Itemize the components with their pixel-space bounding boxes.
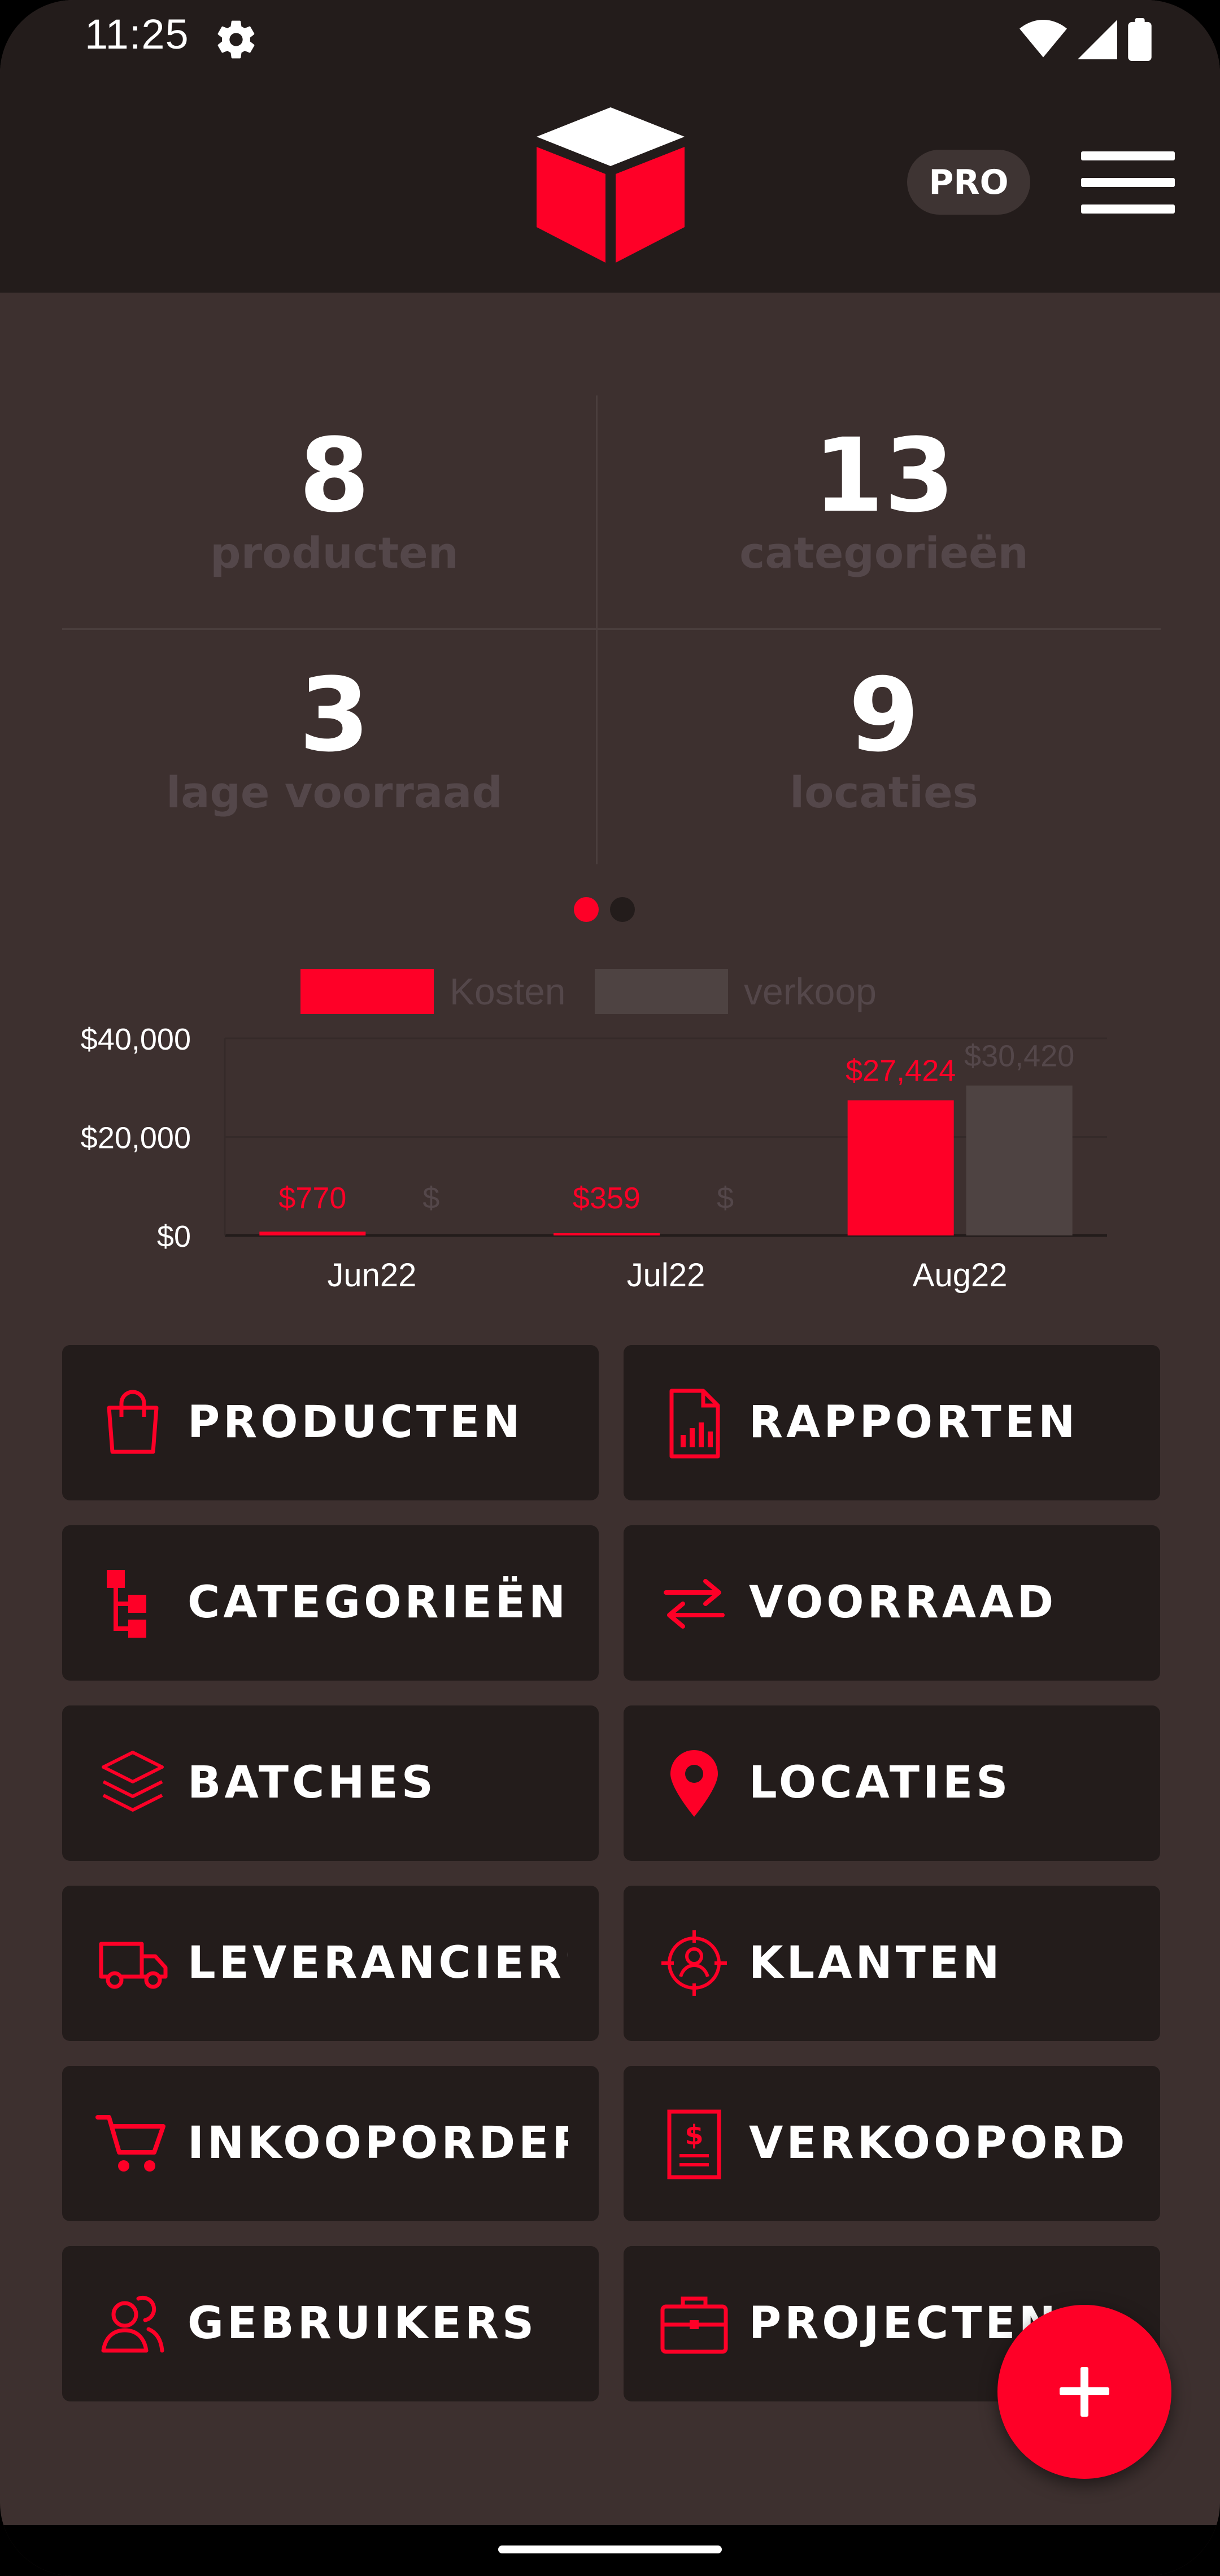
y-tick-label: $0: [157, 1220, 191, 1254]
menu-button-label: BATCHES: [188, 1757, 437, 1808]
wifi-icon: [1019, 20, 1067, 58]
battery-icon: [1128, 18, 1152, 61]
data-label: $: [422, 1181, 439, 1215]
bar-kosten-jun22: [259, 1232, 366, 1235]
status-icons: [1019, 17, 1152, 62]
y-tick-label: $20,000: [81, 1121, 191, 1155]
stat-value: 3: [299, 656, 370, 774]
location-pin-icon: [670, 1750, 718, 1817]
menu-button-label: VERKOOPORDERS: [749, 2118, 1130, 2169]
pager-dots[interactable]: [574, 897, 635, 922]
menu-button-producten[interactable]: PRODUCTEN: [62, 1345, 599, 1500]
menu-button-label: VOORRAAD: [749, 1577, 1057, 1628]
x-tick-label: Aug22: [913, 1257, 1008, 1294]
menu-button-batches[interactable]: BATCHES: [62, 1705, 599, 1861]
cellular-signal-icon: [1078, 20, 1117, 59]
home-gesture-handle[interactable]: [498, 2545, 722, 2553]
menu-button-label: GEBRUIKERS: [188, 2298, 538, 2349]
data-label: $30,420: [964, 1039, 1074, 1073]
menu-button-rapporten[interactable]: RAPPORTEN: [624, 1345, 1160, 1500]
add-fab-button[interactable]: [997, 2305, 1171, 2479]
stat-label: categorieën: [739, 528, 1029, 578]
data-label: $359: [573, 1181, 640, 1215]
app-bar: PRO: [0, 73, 1220, 293]
bar-kosten-jul22: [554, 1233, 660, 1235]
settings-gear-icon: [217, 20, 255, 59]
menu-button-verkooporders[interactable]: $ VERKOOPORDERS: [624, 2066, 1160, 2221]
stat-lage-voorraad[interactable]: 3 lage voorraad: [80, 662, 589, 818]
app-screen: 11:25 PRO 8 producten 13 categorieën 3 l…: [0, 0, 1220, 2576]
invoice-dollar-icon: $: [667, 2109, 721, 2179]
stats-divider-horizontal: [62, 628, 1161, 630]
menu-button-voorraad[interactable]: VOORRAAD: [624, 1525, 1160, 1681]
status-time: 11:25: [85, 11, 189, 58]
x-tick-label: Jul22: [627, 1257, 705, 1294]
stat-locaties[interactable]: 9 locaties: [630, 662, 1138, 818]
menu-button-leveranciers[interactable]: LEVERANCIERS: [62, 1886, 599, 2041]
transfer-arrows-icon: [664, 1579, 725, 1629]
legend-label-verkoop: verkoop: [744, 971, 877, 1012]
stat-categorieen[interactable]: 13 categorieën: [630, 423, 1138, 578]
data-label: $27,424: [846, 1054, 956, 1088]
data-label: $770: [278, 1181, 346, 1215]
menu-button-label: INKOOPORDERS: [188, 2118, 568, 2169]
menu-button-label: PRODUCTEN: [188, 1397, 524, 1448]
bar-kosten-aug22: [847, 1100, 954, 1235]
menu-button-klanten[interactable]: KLANTEN: [624, 1886, 1160, 2041]
stat-label: locaties: [790, 767, 978, 817]
hamburger-menu-icon[interactable]: [1081, 151, 1175, 214]
y-tick-label: $40,000: [81, 1022, 191, 1056]
briefcase-icon: [660, 2296, 728, 2354]
app-logo-cube-icon: [537, 107, 685, 263]
truck-icon: [99, 1942, 168, 1989]
cost-sales-chart: Kosten verkoop $40,000 $20,000 $0 $770 $ Jun22 $…: [81, 969, 1107, 1294]
stat-label: lage voorraad: [166, 767, 503, 817]
shopping-bag-icon: [107, 1390, 159, 1454]
x-tick-label: Jun22: [327, 1257, 416, 1294]
customer-target-icon: [661, 1930, 727, 1996]
svg-text:$: $: [685, 2120, 703, 2151]
bar-verkoop-aug22: [966, 1085, 1073, 1235]
legend-swatch-verkoop: [595, 969, 728, 1014]
stat-value: 8: [299, 417, 370, 535]
legend-swatch-kosten: [300, 969, 434, 1014]
users-icon: [101, 2295, 164, 2353]
layers-icon: [102, 1751, 164, 1812]
stat-label: producten: [210, 528, 459, 578]
status-bar: 11:25: [0, 0, 1220, 73]
pager-dot-active[interactable]: [574, 897, 599, 922]
stat-value: 13: [813, 417, 955, 535]
menu-button-label: RAPPORTEN: [749, 1397, 1079, 1448]
menu-button-gebruikers[interactable]: GEBRUIKERS: [62, 2246, 599, 2401]
menu-button-label: KLANTEN: [749, 1938, 1003, 1988]
data-label: $: [717, 1181, 734, 1215]
legend-label-kosten: Kosten: [450, 971, 565, 1012]
menu-button-inkooporders[interactable]: INKOOPORDERS: [62, 2066, 599, 2221]
menu-button-label: LOCATIES: [749, 1757, 1012, 1808]
menu-button-label: LEVERANCIERS: [188, 1938, 568, 1988]
menu-button-locaties[interactable]: LOCATIES: [624, 1705, 1160, 1861]
stat-value: 9: [848, 656, 920, 774]
pro-badge-button[interactable]: PRO: [907, 150, 1030, 215]
pager-dot[interactable]: [610, 897, 635, 922]
stat-producten[interactable]: 8 producten: [80, 423, 589, 578]
report-document-icon: [669, 1389, 720, 1459]
menu-button-label: CATEGORIEËN: [188, 1577, 568, 1628]
stats-divider-vertical: [596, 395, 598, 864]
hierarchy-icon: [107, 1570, 146, 1638]
shopping-cart-icon: [95, 2115, 165, 2172]
menu-button-categorieën[interactable]: CATEGORIEËN: [62, 1525, 599, 1681]
